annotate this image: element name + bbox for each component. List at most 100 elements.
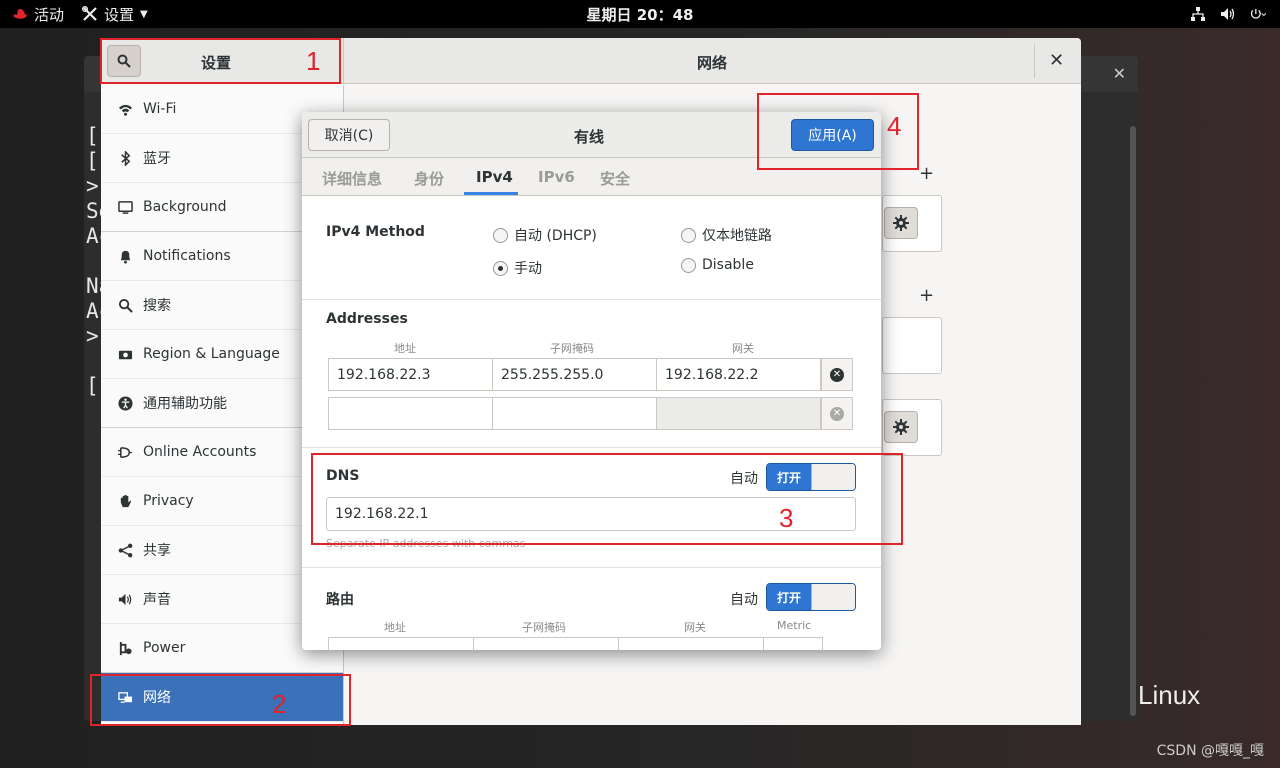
tab-ipv6[interactable]: IPv6: [538, 168, 575, 186]
netmask-input[interactable]: 255.255.255.0: [492, 358, 657, 391]
annotation-number: 4: [887, 111, 902, 141]
close-divider: [1034, 44, 1035, 78]
sidebar-item-label: 通用辅助功能: [143, 396, 227, 412]
section-divider: [302, 299, 881, 300]
top-bar: 活动 设置 ▼ 星期日 20：48: [0, 0, 1280, 28]
radio-indicator: [681, 257, 696, 273]
sidebar-item-label: Power: [143, 640, 186, 656]
column-header: 网关: [732, 342, 754, 355]
routes-auto-switch[interactable]: 打开: [766, 583, 856, 611]
settings-tools-icon: [82, 6, 97, 21]
accessibility-icon: [117, 395, 133, 411]
network-status-icon: [1191, 7, 1205, 21]
gear-icon: [893, 419, 909, 435]
gateway-input[interactable]: 192.168.22.2: [656, 358, 821, 391]
apply-button[interactable]: 应用(A): [791, 119, 874, 151]
search-button[interactable]: [107, 45, 141, 77]
section-divider: [302, 567, 881, 568]
close-icon[interactable]: ✕: [1113, 64, 1126, 83]
tab-identity[interactable]: 身份: [414, 168, 444, 189]
dialog-header: 取消(C) 有线 应用(A): [302, 112, 881, 158]
cancel-button[interactable]: 取消(C): [308, 119, 390, 151]
active-tab-indicator: [464, 192, 518, 195]
switch-knob: [811, 464, 855, 490]
sidebar-item-label: Online Accounts: [143, 444, 257, 460]
sidebar-item-label: Wi-Fi: [143, 101, 177, 117]
speaker-icon: [117, 591, 133, 607]
system-tray[interactable]: [1190, 6, 1266, 22]
dns-label: DNS: [326, 468, 360, 484]
sidebar-item-network[interactable]: 网络: [101, 673, 343, 722]
route-netmask-input[interactable]: [473, 637, 619, 650]
activities-button[interactable]: 活动: [12, 4, 64, 25]
settings-title: 设置: [201, 54, 232, 72]
wired-settings-button[interactable]: [884, 207, 918, 239]
bluetooth-icon: [117, 150, 133, 166]
dialog-tabs: 详细信息 身份 IPv4 IPv6 安全: [302, 158, 881, 196]
watermark: CSDN @嘎嘎_嘎: [1156, 743, 1264, 759]
settings-header: 设置 网络 ✕: [101, 38, 1081, 84]
radio-indicator: [681, 227, 696, 243]
tab-details[interactable]: 详细信息: [322, 168, 382, 189]
clock[interactable]: 星期日 20：48: [0, 4, 1280, 25]
camera-icon: [117, 346, 133, 362]
power-plug-icon: [117, 640, 133, 656]
wifi-icon: [117, 101, 133, 117]
column-header: 网关: [684, 621, 706, 634]
column-header: Metric: [777, 619, 812, 632]
column-header: 子网掩码: [550, 342, 594, 355]
radio-manual[interactable]: 手动: [493, 258, 542, 278]
radio-dhcp[interactable]: 自动 (DHCP): [493, 225, 597, 245]
terminal-scrollbar[interactable]: [1130, 126, 1136, 716]
dns-auto-switch[interactable]: 打开: [766, 463, 856, 491]
header-divider: [343, 38, 344, 84]
address-input[interactable]: 192.168.22.3: [328, 358, 493, 391]
add-vpn-icon[interactable]: +: [919, 285, 934, 306]
netmask-input[interactable]: [492, 397, 657, 430]
ipv4-settings: IPv4 Method 自动 (DHCP) 仅本地链路 手动 Disable A…: [302, 197, 881, 650]
section-divider: [302, 447, 881, 448]
sidebar-item-label: 蓝牙: [143, 151, 171, 167]
tab-ipv4[interactable]: IPv4: [476, 168, 513, 186]
add-icon[interactable]: +: [919, 163, 934, 184]
dns-auto-label: 自动: [730, 471, 758, 487]
route-metric-input[interactable]: [763, 637, 823, 650]
sidebar-item-label: 声音: [143, 592, 171, 608]
radio-disable[interactable]: Disable: [681, 257, 754, 273]
route-address-input[interactable]: [328, 637, 474, 650]
activities-label: 活动: [34, 5, 65, 24]
address-input[interactable]: [328, 397, 493, 430]
radio-label: Disable: [702, 257, 754, 273]
chevron-down-icon: ▼: [140, 8, 148, 20]
tab-security[interactable]: 安全: [600, 168, 630, 189]
radio-label: 自动 (DHCP): [514, 228, 597, 244]
dns-input[interactable]: 192.168.22.1: [326, 497, 856, 531]
search-icon: [117, 297, 133, 313]
radio-link-local[interactable]: 仅本地链路: [681, 225, 772, 245]
annotation-number: 3: [779, 503, 794, 533]
close-icon: ✕: [830, 406, 844, 421]
routes-auto-label: 自动: [730, 592, 758, 608]
annotation-number: 1: [306, 46, 321, 76]
power-icon: [1250, 8, 1266, 19]
close-icon[interactable]: ✕: [1049, 50, 1064, 71]
delete-address-button: ✕: [821, 397, 853, 430]
radio-label: 手动: [514, 261, 542, 277]
switch-on-label: 打开: [767, 584, 811, 610]
dialog-title: 有线: [574, 128, 605, 146]
switch-on-label: 打开: [767, 464, 811, 490]
route-gateway-input[interactable]: [618, 637, 764, 650]
vpn-frame: [882, 317, 942, 374]
online-accounts-icon: [117, 444, 133, 460]
share-icon: [117, 542, 133, 558]
delete-address-button[interactable]: ✕: [821, 358, 853, 391]
routes-label: 路由: [326, 592, 354, 608]
proxy-settings-button[interactable]: [884, 411, 918, 443]
app-menu[interactable]: 设置 ▼: [82, 4, 148, 25]
bell-icon: [117, 248, 133, 264]
radio-indicator-checked: [493, 260, 508, 276]
app-menu-label: 设置: [104, 5, 135, 24]
sidebar-item-label: 搜索: [143, 298, 171, 314]
sidebar-item-label: 网络: [143, 690, 171, 706]
column-header: 地址: [394, 342, 416, 355]
